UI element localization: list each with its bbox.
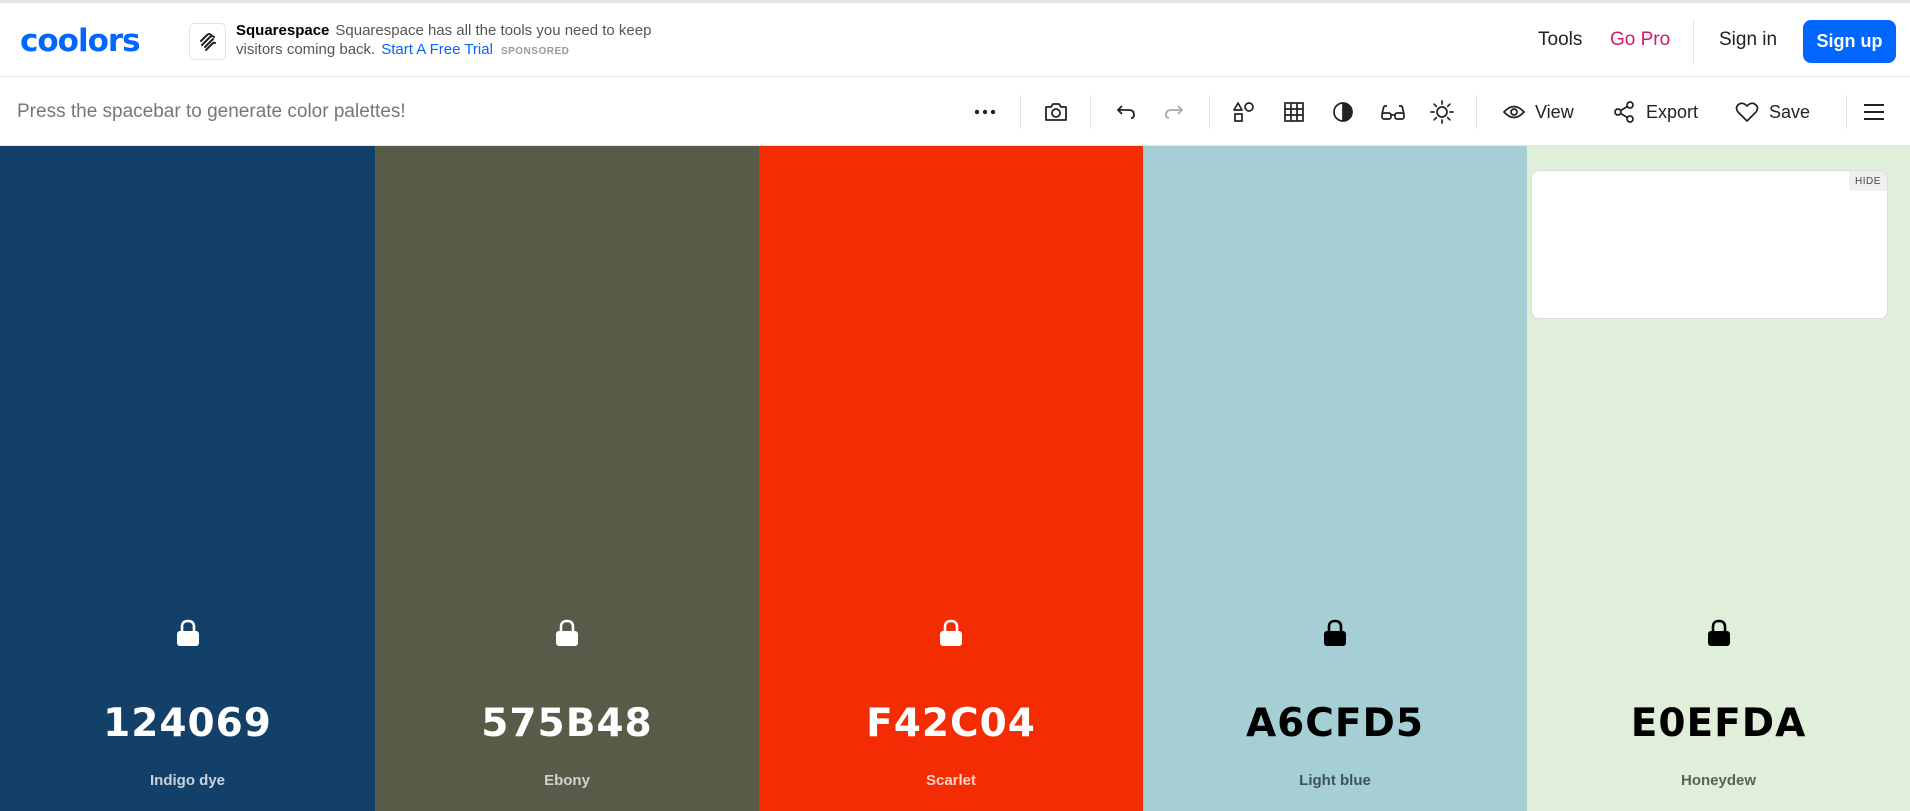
color-hex[interactable]: 575B48 <box>375 701 759 746</box>
save-label: Save <box>1769 101 1811 122</box>
color-column[interactable]: 575B48 Ebony <box>375 146 759 811</box>
glasses-icon[interactable] <box>1379 95 1407 129</box>
toolbar-divider <box>1020 95 1021 129</box>
color-name[interactable]: Honeydew <box>1527 772 1910 789</box>
shapes-icon[interactable] <box>1231 95 1257 129</box>
nav-sign-in[interactable]: Sign in <box>1719 29 1777 51</box>
color-column[interactable]: F42C04 Scarlet <box>759 146 1143 811</box>
spacebar-hint: Press the spacebar to generate color pal… <box>17 101 406 122</box>
color-hex[interactable]: E0EFDA <box>1527 701 1910 746</box>
color-hex[interactable]: 124069 <box>0 701 375 746</box>
hide-ad-button[interactable]: HIDE <box>1849 171 1887 191</box>
lock-icon[interactable] <box>938 619 964 647</box>
toolbar: Press the spacebar to generate color pal… <box>0 78 1910 146</box>
color-hex[interactable]: F42C04 <box>759 701 1143 746</box>
ad-brand: Squarespace <box>236 22 330 39</box>
nav-go-pro[interactable]: Go Pro <box>1610 29 1670 51</box>
lock-icon[interactable] <box>1706 619 1732 647</box>
view-button[interactable]: View <box>1503 95 1574 129</box>
sponsored-ad[interactable]: Squarespace Squarespace has all the tools… <box>189 21 651 63</box>
grid-icon[interactable] <box>1281 95 1307 129</box>
color-name[interactable]: Light blue <box>1143 772 1527 789</box>
squarespace-logo-icon <box>189 23 226 60</box>
export-button[interactable]: Export <box>1612 95 1698 129</box>
ad-cta-link[interactable]: Start A Free Trial <box>381 41 493 58</box>
eye-icon <box>1503 104 1525 120</box>
save-button[interactable]: Save <box>1735 95 1810 129</box>
toolbar-divider <box>1090 95 1091 129</box>
toolbar-divider <box>1209 95 1210 129</box>
heart-icon <box>1735 101 1759 123</box>
share-icon <box>1612 100 1636 124</box>
view-label: View <box>1535 101 1574 122</box>
contrast-icon[interactable] <box>1330 95 1356 129</box>
color-hex[interactable]: A6CFD5 <box>1143 701 1527 746</box>
coolors-logo[interactable]: coolors <box>20 23 141 59</box>
color-column[interactable]: A6CFD5 Light blue <box>1143 146 1527 811</box>
lock-icon[interactable] <box>175 619 201 647</box>
sign-up-button[interactable]: Sign up <box>1803 20 1896 63</box>
undo-icon[interactable] <box>1112 95 1140 129</box>
ad-card[interactable] <box>1531 170 1888 319</box>
toolbar-divider <box>1476 95 1477 129</box>
ad-text: Squarespace Squarespace has all the tools… <box>236 21 656 61</box>
export-label: Export <box>1646 101 1699 122</box>
header: coolors Squarespace Squarespace has all t… <box>0 3 1910 77</box>
menu-icon[interactable] <box>1862 95 1886 129</box>
more-icon[interactable] <box>970 95 1000 129</box>
camera-icon[interactable] <box>1042 95 1070 129</box>
color-name[interactable]: Ebony <box>375 772 759 789</box>
color-column[interactable]: 124069 Indigo dye <box>0 146 375 811</box>
nav-divider <box>1693 19 1694 65</box>
color-name[interactable]: Scarlet <box>759 772 1143 789</box>
toolbar-divider <box>1846 95 1847 129</box>
brightness-icon[interactable] <box>1428 95 1456 129</box>
lock-icon[interactable] <box>554 619 580 647</box>
nav-tools[interactable]: Tools <box>1538 29 1582 51</box>
color-name[interactable]: Indigo dye <box>0 772 375 789</box>
redo-icon[interactable] <box>1160 95 1188 129</box>
sponsored-label: SPONSORED <box>500 46 570 57</box>
lock-icon[interactable] <box>1322 619 1348 647</box>
